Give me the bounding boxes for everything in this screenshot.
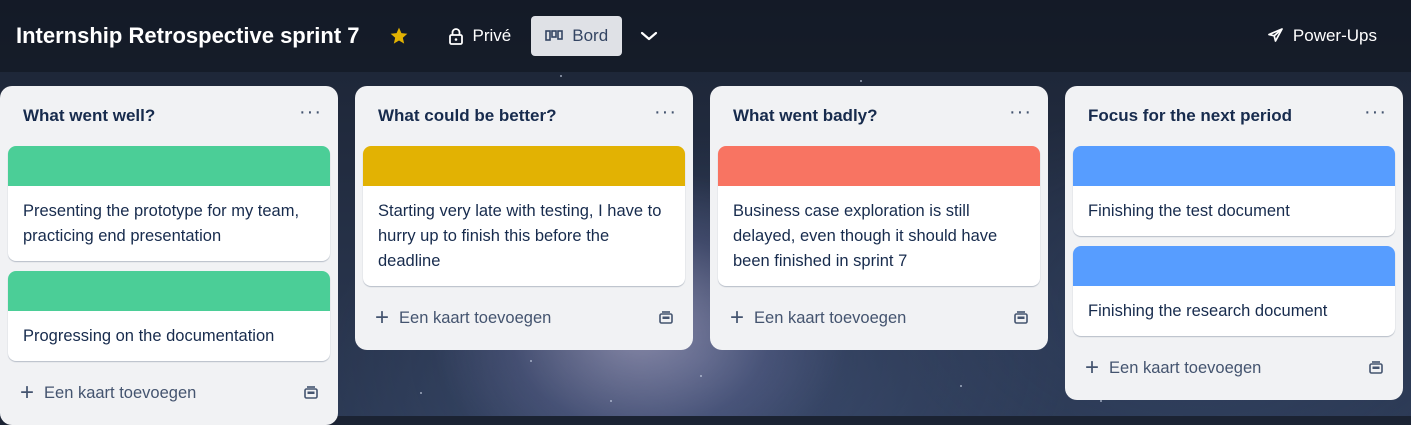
create-from-template-button[interactable] [1010, 307, 1032, 329]
card-cover [1073, 146, 1395, 186]
card[interactable]: Finishing the test document [1073, 146, 1395, 236]
card-title: Starting very late with testing, I have … [378, 202, 662, 270]
list-menu-button[interactable]: ··· [654, 102, 677, 125]
list-what-went-badly: What went badly? ··· Business case explo… [710, 86, 1048, 350]
add-card-button[interactable]: + Een kaart toevoegen [375, 304, 552, 331]
visibility-button[interactable]: Privé [436, 16, 524, 56]
list-header: Focus for the next period ··· [1073, 86, 1395, 146]
power-ups-button[interactable]: Power-Ups [1254, 16, 1389, 56]
power-ups-label: Power-Ups [1292, 26, 1377, 45]
view-label: Bord [572, 26, 609, 45]
card-template-icon [659, 311, 673, 324]
add-card-label: Een kaart toevoegen [754, 308, 907, 327]
card-title: Progressing on the documentation [23, 327, 275, 345]
views-dropdown-button[interactable] [632, 16, 666, 56]
list-footer: + Een kaart toevoegen [1073, 346, 1395, 390]
rocket-icon [1268, 28, 1283, 42]
card[interactable]: Starting very late with testing, I have … [363, 146, 685, 286]
card-title: Presenting the prototype for my team, pr… [23, 202, 300, 245]
create-from-template-button[interactable] [655, 307, 677, 329]
list-footer: + Een kaart toevoegen [718, 296, 1040, 340]
plus-icon: + [375, 304, 390, 331]
list-header: What went well? ··· [8, 86, 330, 146]
add-card-button[interactable]: + Een kaart toevoegen [20, 379, 197, 406]
card-cover [8, 146, 330, 186]
card-cover [363, 146, 685, 186]
add-card-label: Een kaart toevoegen [44, 383, 197, 402]
more-icon: ··· [1364, 101, 1387, 123]
list-title[interactable]: What went well? [23, 106, 155, 126]
card-template-icon [1014, 311, 1028, 324]
card[interactable]: Finishing the research document [1073, 246, 1395, 336]
add-card-label: Een kaart toevoegen [1109, 358, 1262, 377]
card-template-icon [1369, 361, 1383, 374]
card-title: Finishing the research document [1088, 302, 1328, 320]
add-card-label: Een kaart toevoegen [399, 308, 552, 327]
more-icon: ··· [1009, 101, 1032, 123]
list-header: What could be better? ··· [363, 86, 685, 146]
list-header: What went badly? ··· [718, 86, 1040, 146]
list-footer: + Een kaart toevoegen [363, 296, 685, 340]
plus-icon: + [1085, 354, 1100, 381]
more-icon: ··· [299, 101, 322, 123]
more-icon: ··· [654, 101, 677, 123]
create-from-template-button[interactable] [1365, 357, 1387, 379]
list-what-could-be-better: What could be better? ··· Starting very … [355, 86, 693, 350]
card[interactable]: Business case exploration is still delay… [718, 146, 1040, 286]
add-card-button[interactable]: + Een kaart toevoegen [730, 304, 907, 331]
view-switcher-button[interactable]: Bord [531, 16, 623, 56]
list-menu-button[interactable]: ··· [299, 102, 322, 125]
card-title: Finishing the test document [1088, 202, 1290, 220]
card-cover [8, 271, 330, 311]
star-icon [390, 27, 407, 44]
lock-icon [448, 28, 463, 45]
card-title: Business case exploration is still delay… [733, 202, 998, 270]
plus-icon: + [730, 304, 745, 331]
card-cover [1073, 246, 1395, 286]
board-title[interactable]: Internship Retrospective sprint 7 [16, 23, 360, 49]
card[interactable]: Presenting the prototype for my team, pr… [8, 146, 330, 261]
visibility-label: Privé [472, 26, 512, 45]
plus-icon: + [20, 379, 35, 406]
board-icon [545, 30, 564, 41]
card-cover [718, 146, 1040, 186]
list-menu-button[interactable]: ··· [1364, 102, 1387, 125]
list-title[interactable]: What could be better? [378, 106, 557, 126]
list-title[interactable]: What went badly? [733, 106, 878, 126]
list-what-went-well: What went well? ··· Presenting the proto… [0, 86, 338, 425]
list-title[interactable]: Focus for the next period [1088, 106, 1292, 126]
card[interactable]: Progressing on the documentation [8, 271, 330, 361]
chevron-down-icon [641, 31, 658, 41]
list-footer: + Een kaart toevoegen [8, 371, 330, 415]
add-card-button[interactable]: + Een kaart toevoegen [1085, 354, 1262, 381]
board-header: Internship Retrospective sprint 7 Privé … [0, 0, 1411, 72]
card-template-icon [304, 386, 318, 399]
list-menu-button[interactable]: ··· [1009, 102, 1032, 125]
star-button[interactable] [388, 25, 410, 47]
create-from-template-button[interactable] [300, 382, 322, 404]
list-focus-next-period: Focus for the next period ··· Finishing … [1065, 86, 1403, 400]
